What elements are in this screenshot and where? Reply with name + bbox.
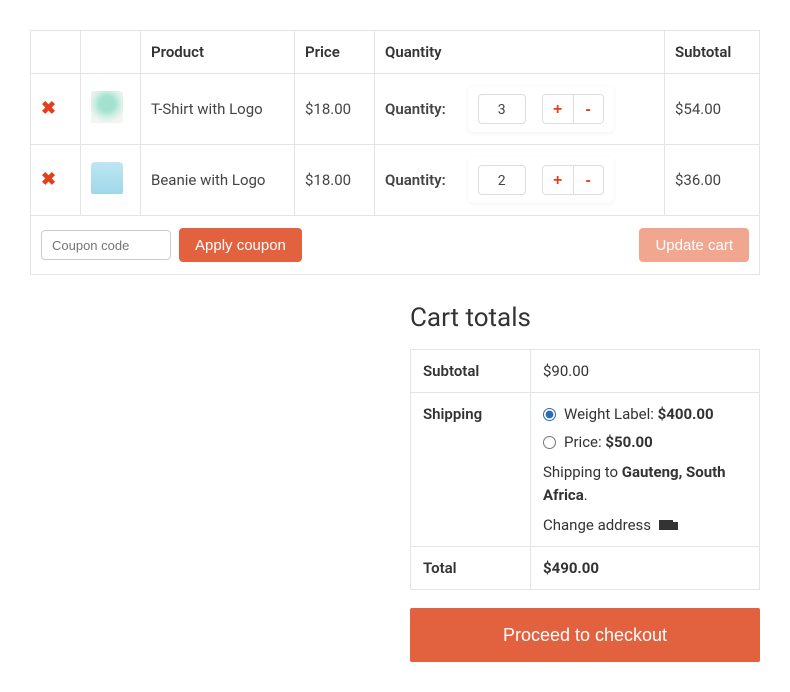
update-cart-button[interactable]: Update cart [639,228,749,262]
quantity-stepper: 2 +- [468,157,614,203]
total-label: Total [411,547,531,590]
line-subtotal: $54.00 [665,74,760,145]
quantity-decrease-button[interactable]: - [573,95,603,123]
quantity-input[interactable]: 3 [478,94,526,124]
table-row: ✖ T-Shirt with Logo$18.00 Quantity: 3 +- $54.… [31,74,760,145]
shipping-option-label: Weight Label: $400.00 [564,405,714,423]
shipping-option-label: Price: $50.00 [564,433,653,451]
table-row: ✖ Beanie with Logo$18.00 Quantity: 2 +- $36.0… [31,145,760,216]
change-address-link[interactable]: Change address [543,516,747,534]
apply-coupon-button[interactable]: Apply coupon [179,228,302,262]
cart-totals-table: Subtotal $90.00 Shipping Weight Label: $… [410,349,760,590]
quantity-decrease-button[interactable]: - [573,166,603,194]
product-name[interactable]: Beanie with Logo [141,145,295,216]
shipping-radio[interactable] [543,408,556,421]
proceed-to-checkout-button[interactable]: Proceed to checkout [410,608,760,662]
shipping-option[interactable]: Price: $50.00 [543,433,747,451]
product-thumbnail[interactable] [91,91,123,123]
remove-item-button[interactable]: ✖ [41,100,56,118]
product-price: $18.00 [295,145,375,216]
shipping-option[interactable]: Weight Label: $400.00 [543,405,747,423]
shipping-label: Shipping [411,393,531,547]
quantity-label: Quantity: [385,171,446,189]
subtotal-value: $90.00 [531,350,760,393]
quantity-increase-button[interactable]: + [543,95,573,123]
total-value: $490.00 [531,547,760,590]
shipping-destination: Shipping to Gauteng, South Africa. [543,461,747,506]
subtotal-label: Subtotal [411,350,531,393]
shipping-radio[interactable] [543,436,556,449]
header-subtotal: Subtotal [665,31,760,74]
header-remove [31,31,81,74]
truck-icon [659,520,673,530]
product-thumbnail[interactable] [91,162,123,194]
remove-item-button[interactable]: ✖ [41,171,56,189]
header-product: Product [141,31,295,74]
product-price: $18.00 [295,74,375,145]
header-quantity: Quantity [375,31,665,74]
product-name[interactable]: T-Shirt with Logo [141,74,295,145]
quantity-increase-button[interactable]: + [543,166,573,194]
cart-totals-title: Cart totals [410,303,760,333]
quantity-input[interactable]: 2 [478,165,526,195]
header-thumb [81,31,141,74]
coupon-input[interactable] [41,230,171,260]
cart-table: Product Price Quantity Subtotal ✖ T-Shirt… [30,30,760,275]
line-subtotal: $36.00 [665,145,760,216]
header-price: Price [295,31,375,74]
quantity-stepper: 3 +- [468,86,614,132]
quantity-label: Quantity: [385,100,446,118]
